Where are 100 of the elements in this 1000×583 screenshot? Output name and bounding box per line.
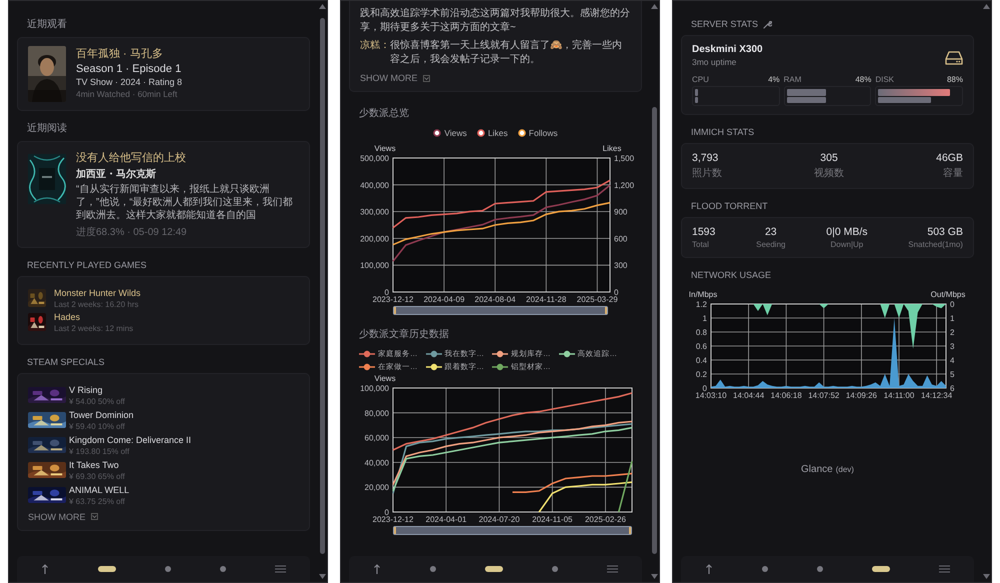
tick-label: 400,000 — [360, 180, 389, 190]
stat-label: 容量 — [942, 166, 963, 180]
tick-label: 40,000 — [364, 458, 389, 468]
legend-label[interactable]: Views — [444, 128, 467, 138]
tick-label: 0.4 — [696, 356, 707, 365]
tick-label: 60,000 — [364, 434, 389, 443]
metric-label: RAM — [784, 75, 802, 84]
game-price: ¥ 59.40 10% off — [69, 422, 126, 431]
page-dot[interactable] — [816, 566, 823, 572]
tick-label: 1 — [950, 314, 954, 323]
page-dot[interactable] — [762, 566, 768, 572]
media-card[interactable]: 百年孤独 · 马孔多 Season 1 · Episode 1 TV Show · 2024 · Rating 8 4min Watched · 60min Left — [17, 37, 310, 111]
tick-label: 2024-07-20 — [478, 515, 520, 524]
app-name: Glance — [801, 464, 833, 474]
scroll-down-icon[interactable] — [983, 574, 990, 579]
tick-label: 1,200 — [614, 180, 634, 190]
expand-icon[interactable] — [90, 513, 98, 520]
menu-icon[interactable] — [938, 564, 950, 574]
tick-label: 2023-12-12 — [372, 515, 414, 524]
tick-label: 14:03:10 — [695, 391, 727, 400]
arrow-up-icon[interactable] — [705, 564, 714, 574]
tick-label: 0 — [384, 508, 389, 517]
section-title: 近期阅读 — [27, 122, 67, 135]
legend-marker[interactable] — [359, 363, 375, 371]
scroll-up-icon[interactable] — [319, 4, 326, 9]
game-title[interactable]: ANIMAL WELL — [69, 484, 130, 495]
tick-label: 80,000 — [364, 408, 389, 418]
axis-title: In/Mbps — [688, 290, 718, 299]
tick-label: 6 — [950, 384, 954, 393]
game-title[interactable]: It Takes Two — [69, 460, 125, 470]
menu-icon[interactable] — [274, 564, 286, 574]
scroll-up-icon[interactable] — [983, 4, 990, 9]
tick-label: 1.2 — [696, 300, 707, 309]
tick-label: 0 — [384, 288, 389, 297]
legend-marker[interactable] — [433, 129, 442, 137]
legend-marker[interactable] — [426, 350, 442, 358]
page-dot[interactable] — [552, 566, 558, 572]
show-more-button[interactable]: SHOW MORE — [28, 512, 86, 522]
tick-label: 2024-04-01 — [426, 515, 467, 524]
range-slider[interactable] — [393, 526, 632, 535]
scroll-down-icon[interactable] — [651, 574, 658, 579]
legend-label[interactable]: Likes — [488, 128, 508, 138]
tick-label: 1,500 — [614, 154, 634, 163]
legend-marker[interactable] — [518, 129, 526, 137]
tick-label: 100,000 — [360, 261, 389, 270]
stat-value: 46GB — [936, 152, 963, 164]
game-title[interactable]: Hades — [54, 312, 134, 322]
tick-label: 200,000 — [360, 234, 389, 244]
game-title[interactable]: V Rising — [69, 384, 125, 395]
range-slider[interactable] — [393, 306, 608, 315]
section-title: RECENTLY PLAYED GAMES — [27, 260, 147, 270]
scroll-up-icon[interactable] — [651, 4, 658, 9]
menu-icon[interactable] — [606, 564, 618, 574]
wrench-icon[interactable] — [763, 20, 772, 28]
arrow-up-icon[interactable] — [41, 564, 50, 574]
tick-label: 2024-11-05 — [532, 515, 572, 524]
game-title[interactable]: Tower Dominion — [69, 410, 134, 420]
metric-value: 88% — [946, 75, 963, 84]
expand-icon[interactable] — [422, 74, 430, 82]
show-title: 百年孤独 · 马孔多 — [76, 47, 164, 61]
section-title: 近期观看 — [27, 18, 67, 31]
section-title: 少数派总览 — [359, 106, 409, 120]
server-name: Deskmini X300 — [692, 44, 763, 55]
arrow-up-icon[interactable] — [373, 564, 382, 574]
scrollbar[interactable] — [982, 1, 991, 582]
legend-marker[interactable] — [492, 350, 508, 358]
section-title: NETWORK USAGE — [691, 270, 772, 280]
game-price: ¥ 69.30 65% off — [69, 472, 125, 481]
legend-marker[interactable] — [426, 363, 442, 371]
tick-label: 2024-04-09 — [424, 295, 465, 304]
axis-title: Out/Mbps — [930, 290, 966, 299]
game-title[interactable]: Kingdom Come: Deliverance II — [69, 434, 192, 445]
tick-label: 4 — [950, 356, 954, 365]
legend-marker[interactable] — [359, 350, 375, 358]
scrollbar[interactable] — [650, 1, 659, 582]
book-card[interactable]: 没有人给他写信的上校 加西亚・马尔克斯 “自从实行新闻审查以来，报纸上就只谈欧洲了，”他说，“最好欧洲人都到我们这里来，我们都到欧洲去。这样大家就都能知道各自的国 进度68.3% · 05-09 12:49 — [17, 141, 310, 248]
scrollbar[interactable] — [318, 1, 327, 582]
tick-label: 600 — [614, 234, 628, 244]
scroll-down-icon[interactable] — [319, 574, 326, 579]
comment-author[interactable]: 凉糕： — [360, 39, 390, 67]
axis-title: Views — [374, 144, 396, 153]
page-dot[interactable] — [220, 566, 226, 572]
show-more-button[interactable]: SHOW MORE — [360, 73, 418, 83]
book-excerpt: “自从实行新闻审查以来，报纸上就只谈欧洲了，”他说，“最好欧洲人都到我们这里来，我们都到欧洲去。这样大家就都能知道各自的国 — [76, 183, 294, 223]
metric-value: 48% — [855, 75, 872, 84]
section-title: IMMICH STATS — [691, 127, 754, 137]
tick-label: 20,000 — [364, 483, 389, 492]
tick-label: 5 — [950, 370, 954, 379]
legend-marker[interactable] — [492, 363, 508, 371]
game-title[interactable]: Monster Hunter Wilds — [54, 288, 141, 298]
page-dot[interactable] — [430, 566, 436, 572]
legend-marker[interactable] — [558, 350, 574, 358]
metric-label: CPU — [692, 75, 709, 84]
page-dot[interactable] — [164, 566, 171, 572]
reading-status: 进度68.3% · 05-09 12:49 — [76, 226, 188, 239]
stat-label: Seeding — [756, 240, 786, 249]
tick-label: 14:07:52 — [808, 391, 840, 400]
stat-label: Total — [692, 240, 709, 249]
legend-marker[interactable] — [476, 129, 485, 137]
legend-label[interactable]: Follows — [528, 128, 558, 138]
